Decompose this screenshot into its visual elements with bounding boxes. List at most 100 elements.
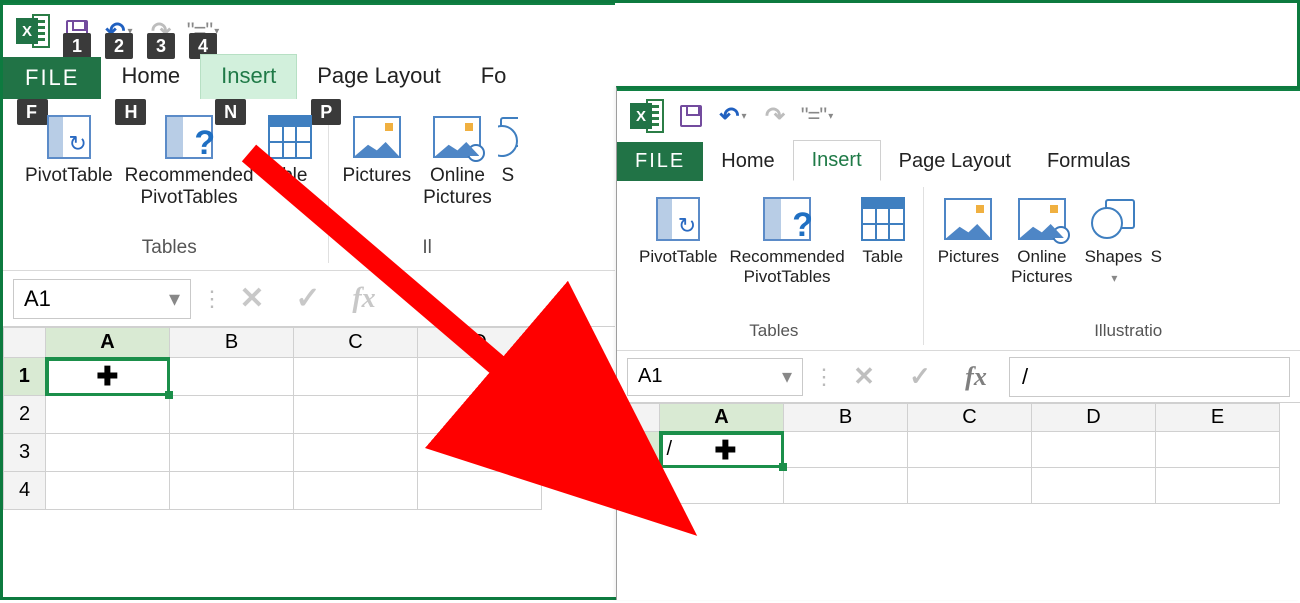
cell-D1[interactable] <box>418 358 542 396</box>
cmd-pictures[interactable]: Pictures <box>932 187 1005 288</box>
tab-insert[interactable]: Insert <box>793 140 881 181</box>
formula-bar[interactable]: / <box>1009 357 1290 397</box>
cmd-table[interactable]: Table <box>851 187 915 287</box>
name-box[interactable]: A1 ▾ <box>627 358 803 396</box>
cell-A1[interactable]: / ✚ <box>660 432 784 468</box>
save-button[interactable] <box>673 98 709 134</box>
online-pictures-icon <box>433 116 481 158</box>
quick-access-toolbar: X 1 ↶▾ 2 ↷ 3 "="▾ 4 <box>3 3 615 53</box>
insert-function-button[interactable]: fx <box>953 357 999 397</box>
col-header-A[interactable]: A <box>46 328 170 358</box>
customize-icon: "=" <box>801 103 826 129</box>
pivottable-label: PivotTable <box>25 165 113 187</box>
tab-page-layout[interactable]: Page Layout <box>881 142 1029 181</box>
tab-home[interactable]: Home <box>703 142 792 181</box>
cmd-shapes[interactable]: Shapes▾ <box>1079 187 1149 288</box>
excel-window-before: X 1 ↶▾ 2 ↷ 3 "="▾ 4 FILE F Home H Insert <box>3 3 615 573</box>
shapes-label-partial: S <box>501 165 514 187</box>
col-header-C[interactable]: C <box>294 328 418 358</box>
worksheet-grid[interactable]: A B C D E 1 / ✚ 2 <box>617 403 1300 504</box>
customize-qat[interactable]: "="▾ 4 <box>185 13 221 49</box>
online-pictures-icon <box>1018 198 1066 240</box>
row-header-2[interactable]: 2 <box>4 396 46 434</box>
separator-dots: ⋮ <box>813 364 831 390</box>
keytip-save: 1 <box>63 33 91 59</box>
row-header-3[interactable]: 3 <box>4 434 46 472</box>
col-header-B[interactable]: B <box>784 404 908 432</box>
select-all-corner[interactable] <box>618 404 660 432</box>
tab-file-label: FILE <box>25 65 79 90</box>
save-button[interactable]: 1 <box>59 13 95 49</box>
recommended-pivot-icon <box>165 115 213 159</box>
row-header-1[interactable]: 1 <box>618 432 660 468</box>
cell-B1[interactable] <box>784 432 908 468</box>
fill-handle[interactable] <box>779 463 787 471</box>
row-header-4[interactable]: 4 <box>4 472 46 510</box>
col-header-E[interactable]: E <box>1156 404 1280 432</box>
ribbon-tabs: FILE Home Insert Page Layout Formulas <box>617 137 1300 181</box>
redo-button[interactable]: ↷ <box>757 98 793 134</box>
undo-icon: ↶ <box>719 102 739 131</box>
online-pictures-label: Online Pictures <box>423 165 492 209</box>
table-label-partial: able <box>272 165 308 187</box>
tab-formulas[interactable]: Formulas <box>1029 142 1148 181</box>
formula-bar-row: A1 ▾ ⋮ ✕ ✓ fx <box>3 271 615 327</box>
insert-function-button[interactable]: fx <box>341 279 387 319</box>
cell-C1[interactable] <box>908 432 1032 468</box>
col-header-A[interactable]: A <box>660 404 784 432</box>
cell-A1[interactable]: ✚ <box>46 358 170 396</box>
tab-home[interactable]: Home H <box>101 55 200 99</box>
cmd-shapes-partial[interactable]: S <box>498 105 518 209</box>
redo-button[interactable]: ↷ 3 <box>143 13 179 49</box>
undo-button[interactable]: ↶▾ 2 <box>101 13 137 49</box>
select-all-corner[interactable] <box>4 328 46 358</box>
quick-access-toolbar: X ↶▾ ↷ "="▾ <box>617 89 1300 137</box>
cell-E1[interactable] <box>1156 432 1280 468</box>
cmd-next-partial[interactable]: S <box>1148 187 1164 288</box>
enter-entry-icon: ✓ <box>285 279 331 319</box>
col-header-C[interactable]: C <box>908 404 1032 432</box>
col-header-B[interactable]: B <box>170 328 294 358</box>
cmd-table-partial[interactable]: able <box>260 105 320 209</box>
tab-formulas-partial-label: Fo <box>481 63 507 88</box>
tab-formulas-partial[interactable]: Fo <box>461 55 527 99</box>
cancel-entry-icon: ✕ <box>841 357 887 397</box>
tab-file[interactable]: FILE F <box>3 57 101 99</box>
shapes-icon <box>498 117 518 157</box>
next-icon <box>1148 193 1164 245</box>
undo-button[interactable]: ↶▾ <box>715 98 751 134</box>
cell-D1[interactable] <box>1032 432 1156 468</box>
shapes-icon <box>1091 199 1135 239</box>
col-header-D[interactable]: D <box>1032 404 1156 432</box>
cancel-entry-icon: ✕ <box>229 279 275 319</box>
cmd-pivottable[interactable]: PivotTable <box>633 187 723 287</box>
cell-B1[interactable] <box>170 358 294 396</box>
group-tables: PivotTable RecommendedPivotTables Table … <box>625 187 924 345</box>
worksheet-grid[interactable]: A B C D 1 ✚ 2 3 4 <box>3 327 615 510</box>
cell-C1[interactable] <box>294 358 418 396</box>
group-tables: PivotTable Recommended PivotTables able … <box>11 105 329 263</box>
col-header-D[interactable]: D <box>418 328 542 358</box>
pivottable-icon <box>656 197 700 241</box>
excel-logo-icon: X <box>627 96 667 136</box>
group-illustrations: Pictures OnlinePictures Shapes▾ S Illust… <box>924 187 1173 345</box>
enter-entry-icon: ✓ <box>897 357 943 397</box>
ribbon-tabs: FILE F Home H Insert N Page Layout P Fo <box>3 53 615 99</box>
pictures-icon <box>353 116 401 158</box>
row-header-2[interactable]: 2 <box>618 468 660 504</box>
cmd-pictures[interactable]: Pictures <box>337 105 418 209</box>
cmd-online-pictures[interactable]: Online Pictures <box>417 105 498 209</box>
tab-insert[interactable]: Insert N <box>200 54 297 99</box>
tab-page-layout-label: Page Layout <box>317 63 441 88</box>
fill-handle[interactable] <box>165 391 173 399</box>
tab-file[interactable]: FILE <box>617 142 703 181</box>
tab-home-label: Home <box>121 63 180 88</box>
cmd-online-pictures[interactable]: OnlinePictures <box>1005 187 1078 288</box>
tab-page-layout[interactable]: Page Layout P <box>297 55 461 99</box>
name-box[interactable]: A1 ▾ <box>13 279 191 319</box>
chevron-down-icon: ▾ <box>169 286 180 312</box>
cmd-recommended-pivot[interactable]: RecommendedPivotTables <box>723 187 850 287</box>
row-header-1[interactable]: 1 <box>4 358 46 396</box>
customize-qat[interactable]: "="▾ <box>799 98 835 134</box>
keytip-insert: N <box>215 99 246 125</box>
